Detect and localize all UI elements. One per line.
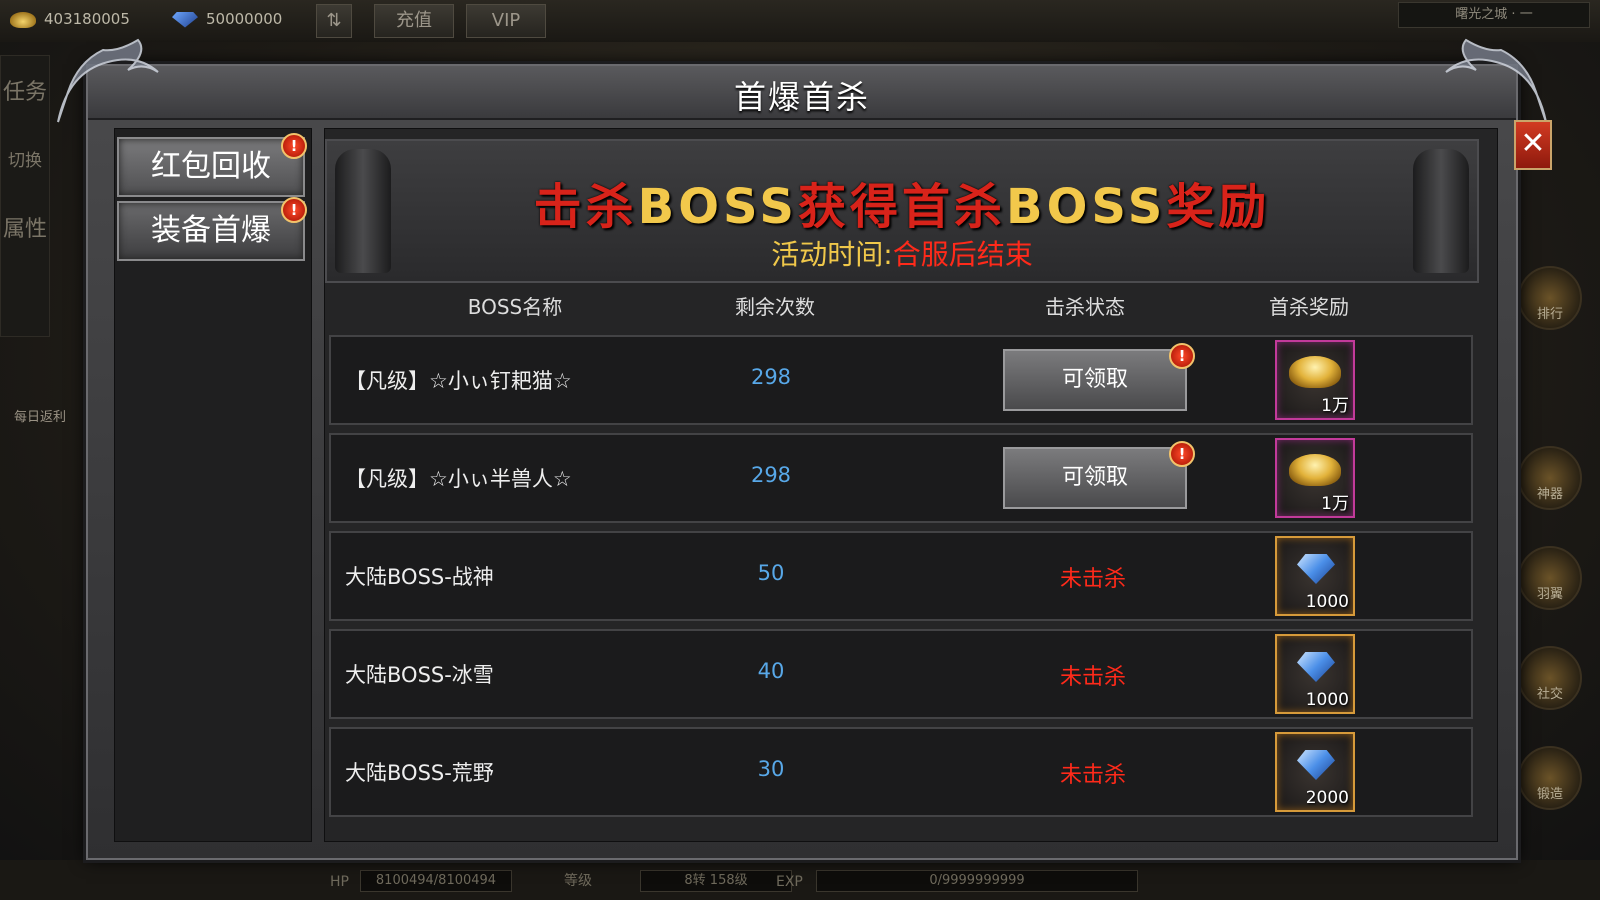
remaining-count: 40 [757, 659, 785, 683]
claim-button[interactable]: 可领取 [1003, 349, 1187, 411]
dialog-title: 首爆首杀 [733, 78, 870, 116]
boss-name: 【凡级】☆小ぃ半兽人☆ [345, 467, 572, 491]
table-row: 【凡级】☆小ぃ半兽人☆ 298 可领取 ! 1万 [329, 433, 1473, 523]
left-menu-attributes[interactable]: 属性 [1, 211, 49, 243]
close-icon: ✕ [1520, 126, 1546, 161]
reward-amount: 1万 [1321, 396, 1349, 416]
event-time: 活动时间:合服后结束 [327, 233, 1477, 273]
header-remaining-count: 剩余次数 [735, 295, 815, 319]
forge-button[interactable]: 锻造 [1518, 746, 1582, 810]
first-kill-dialog: 首爆首杀 ✕ 红包回收 ! 装备首爆 ! 击杀BOSS获得首杀BOSS奖励 活动… [57, 38, 1552, 860]
gold-ingot-icon [1289, 356, 1341, 388]
hp-label: HP [330, 874, 349, 890]
diamond-counter: 50000000 [172, 10, 282, 28]
header-first-kill-reward: 首杀奖励 [1269, 295, 1349, 319]
banner-headline: 击杀BOSS获得首杀BOSS奖励 [533, 179, 1271, 235]
table-row: 大陆BOSS-战神 50 未击杀 1000 [329, 531, 1473, 621]
tab-label: 装备首爆 [151, 213, 271, 248]
boss-name: 大陆BOSS-战神 [345, 565, 494, 589]
event-time-label: 活动时间: [771, 238, 893, 271]
kill-status: 未击杀 [1059, 763, 1126, 788]
reward-slot[interactable]: 1万 [1275, 340, 1355, 420]
kill-status: 未击杀 [1059, 567, 1126, 592]
kill-status: 未击杀 [1059, 665, 1126, 690]
content-area: 击杀BOSS获得首杀BOSS奖励 活动时间:合服后结束 BOSS名称 剩余次数 … [324, 128, 1498, 842]
social-button[interactable]: 社交 [1518, 646, 1582, 710]
table-row: 【凡级】☆小ぃ钉耙猫☆ 298 可领取 ! 1万 [329, 335, 1473, 425]
header-kill-status: 击杀状态 [1045, 295, 1125, 319]
swap-icon[interactable]: ⇅ [316, 4, 352, 38]
gold-counter: 403180005 [10, 10, 130, 28]
alert-badge-icon: ! [1169, 343, 1195, 369]
daily-rebate-label[interactable]: 每日返利 [14, 406, 66, 425]
event-time-value: 合服后结束 [892, 238, 1033, 271]
tab-red-packet-recycle[interactable]: 红包回收 [117, 137, 305, 197]
level-value: 8转 158级 [640, 870, 792, 892]
zone-label: 曙光之城 · 一 [1398, 2, 1590, 28]
alert-badge-icon: ! [281, 133, 307, 159]
dialog-title-bar: 首爆首杀 [88, 66, 1516, 120]
left-hud-menu: 任务 切换 属性 [0, 55, 50, 337]
reward-slot[interactable]: 2000 [1275, 732, 1355, 812]
reward-amount: 2000 [1305, 788, 1349, 808]
event-banner: 击杀BOSS获得首杀BOSS奖励 活动时间:合服后结束 [325, 139, 1479, 283]
hp-value: 8100494/8100494 [360, 870, 512, 892]
reward-amount: 1万 [1321, 494, 1349, 514]
tab-label: 红包回收 [151, 149, 271, 184]
reward-slot[interactable]: 1万 [1275, 438, 1355, 518]
reward-slot[interactable]: 1000 [1275, 634, 1355, 714]
exp-label: EXP [776, 874, 803, 890]
left-menu-task[interactable]: 任务 [1, 74, 49, 106]
exp-value: 0/9999999999 [816, 870, 1138, 892]
diamond-icon [172, 11, 198, 28]
vip-button[interactable]: VIP [466, 4, 546, 38]
reward-amount: 1000 [1305, 592, 1349, 612]
remaining-count: 298 [750, 365, 792, 389]
header-boss-name: BOSS名称 [467, 295, 563, 319]
gold-icon [10, 11, 36, 28]
diamond-icon [1297, 750, 1335, 780]
gold-ingot-icon [1289, 454, 1341, 486]
diamond-icon [1297, 652, 1335, 682]
level-label: 等级 [564, 873, 592, 889]
top-hud: 403180005 50000000 ⇅ 充值 VIP 曙光之城 · 一 [0, 0, 1600, 42]
close-button[interactable]: ✕ [1514, 120, 1552, 170]
tab-equipment-first-drop[interactable]: 装备首爆 [117, 201, 305, 261]
alert-badge-icon: ! [281, 197, 307, 223]
boss-name: 大陆BOSS-冰雪 [345, 663, 494, 687]
remaining-count: 50 [757, 561, 785, 585]
ranking-button[interactable]: 排行 [1518, 266, 1582, 330]
table-row: 大陆BOSS-冰雪 40 未击杀 1000 [329, 629, 1473, 719]
remaining-count: 298 [750, 463, 792, 487]
dragon-ornament-right-icon [1445, 38, 1547, 123]
table-row: 大陆BOSS-荒野 30 未击杀 2000 [329, 727, 1473, 817]
bottom-hud: HP 8100494/8100494 等级 8转 158级 EXP 0/9999… [0, 860, 1600, 900]
recharge-button[interactable]: 充值 [374, 4, 454, 38]
diamond-icon [1297, 554, 1335, 584]
boss-name: 大陆BOSS-荒野 [345, 761, 494, 785]
left-menu-switch[interactable]: 切换 [1, 146, 49, 171]
reward-amount: 1000 [1305, 690, 1349, 710]
claim-button[interactable]: 可领取 [1003, 447, 1187, 509]
remaining-count: 30 [757, 757, 785, 781]
wings-button[interactable]: 羽翼 [1518, 546, 1582, 610]
reward-slot[interactable]: 1000 [1275, 536, 1355, 616]
dragon-ornament-left-icon [57, 38, 159, 123]
boss-name: 【凡级】☆小ぃ钉耙猫☆ [345, 369, 572, 393]
alert-badge-icon: ! [1169, 441, 1195, 467]
tab-column: 红包回收 ! 装备首爆 ! [114, 128, 312, 842]
artifact-button[interactable]: 神器 [1518, 446, 1582, 510]
